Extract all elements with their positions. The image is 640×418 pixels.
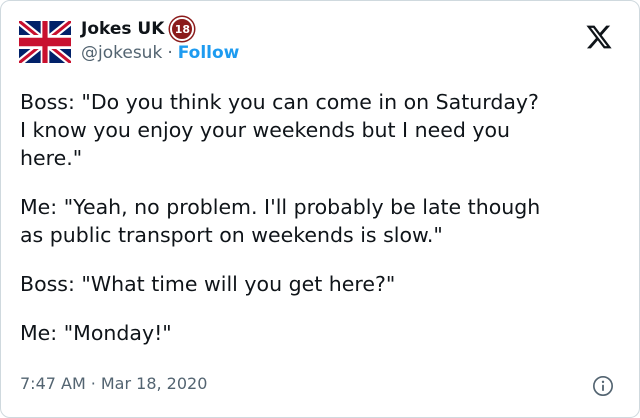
author-handle[interactable]: @jokesuk [81, 43, 162, 63]
author-name[interactable]: Jokes UK [81, 19, 164, 39]
author-handle-row: @jokesuk · Follow [81, 43, 239, 63]
tweet-paragraph: Me: "Monday!" [20, 321, 172, 345]
tweet-paragraph: Me: "Yeah, no problem. I'll probably be … [20, 195, 541, 247]
handle-separator: · [167, 43, 173, 63]
tweet-time: 7:47 AM [20, 374, 86, 393]
uk-flag-icon [19, 21, 71, 63]
timestamp-separator: · [90, 374, 96, 393]
tweet-text: Boss: "Do you think you can come in on S… [20, 88, 625, 368]
tweet-timestamp[interactable]: 7:47 AM · Mar 18, 2020 [20, 374, 207, 393]
author-name-row: Jokes UK 18 [81, 17, 195, 41]
x-logo-icon[interactable] [585, 23, 613, 51]
avatar[interactable] [19, 21, 71, 63]
tweet-paragraph: Boss: "What time will you get here?" [20, 272, 396, 296]
tweet-date: Mar 18, 2020 [100, 374, 208, 393]
tweet-paragraph: Boss: "Do you think you can come in on S… [20, 90, 539, 170]
follow-button[interactable]: Follow [178, 43, 240, 63]
tweet-card: Jokes UK 18 @jokesuk · Follow Boss: "Do … [0, 0, 640, 418]
age-badge: 18 [170, 17, 195, 41]
info-icon[interactable] [592, 375, 614, 397]
